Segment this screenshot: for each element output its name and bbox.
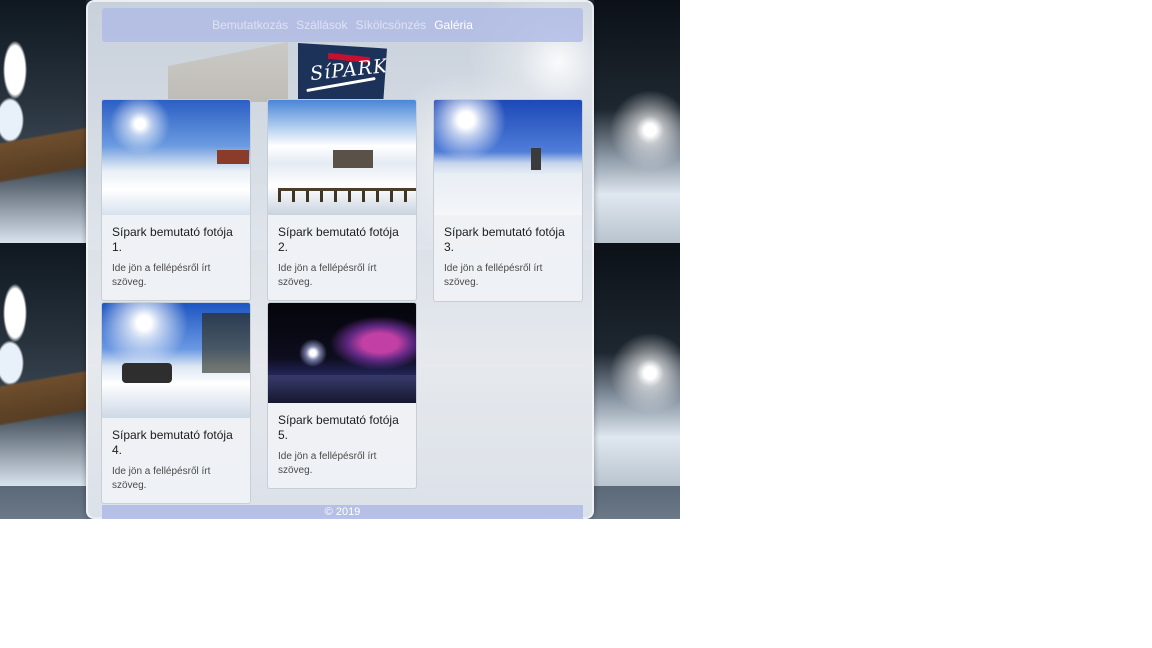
card-title: Sípark bemutató fotója 1. (112, 225, 233, 254)
sipark-logo[interactable]: SíPARK (298, 43, 387, 99)
gallery-card-4[interactable]: Sípark bemutató fotója 4. Ide jön a fell… (101, 302, 251, 504)
card-title: Sípark bemutató fotója 4. (112, 428, 233, 457)
gallery-photo-4[interactable] (102, 303, 250, 418)
card-text: Ide jön a fellépésről írt szöveg. (278, 451, 377, 476)
card-body: Sípark bemutató fotója 4. Ide jön a fell… (102, 418, 250, 501)
gallery-card-2[interactable]: Sípark bemutató fotója 2. Ide jön a fell… (267, 99, 417, 301)
card-text: Ide jön a fellépésről írt szöveg. (112, 466, 211, 491)
navbar: Bemutatkozás Szállások Síkölcsönzés Galé… (102, 8, 583, 42)
nav-item-sikolcsonzes[interactable]: Síkölcsönzés (356, 18, 427, 32)
gallery-photo-3[interactable] (434, 100, 582, 215)
card-body: Sípark bemutató fotója 5. Ide jön a fell… (268, 403, 416, 486)
gallery-photo-5[interactable] (268, 303, 416, 403)
background-photo-left-bottom (0, 243, 86, 486)
nav-item-galeria[interactable]: Galéria (434, 18, 473, 32)
gallery-card-1[interactable]: Sípark bemutató fotója 1. Ide jön a fell… (101, 99, 251, 301)
card-body: Sípark bemutató fotója 1. Ide jön a fell… (102, 215, 250, 298)
footer-copyright: © 2019 (102, 505, 583, 519)
card-title: Sípark bemutató fotója 2. (278, 225, 399, 254)
page-background: Bemutatkozás Szállások Síkölcsönzés Galé… (0, 0, 680, 519)
card-title: Sípark bemutató fotója 5. (278, 413, 399, 442)
card-title: Sípark bemutató fotója 3. (444, 225, 565, 254)
card-text: Ide jön a fellépésről írt szöveg. (278, 263, 377, 288)
content-wrapper: Bemutatkozás Szállások Síkölcsönzés Galé… (86, 0, 594, 519)
nav-item-szallasok[interactable]: Szállások (296, 18, 347, 32)
background-photo-right-bottom (594, 243, 680, 486)
nav-item-bemutatkozas[interactable]: Bemutatkozás (212, 18, 288, 32)
gallery-photo-1[interactable] (102, 100, 250, 215)
gallery-card-5[interactable]: Sípark bemutató fotója 5. Ide jön a fell… (267, 302, 417, 489)
card-text: Ide jön a fellépésről írt szöveg. (112, 263, 211, 288)
gallery-card-3[interactable]: Sípark bemutató fotója 3. Ide jön a fell… (433, 99, 583, 302)
gallery-photo-2[interactable] (268, 100, 416, 215)
background-cabin (168, 42, 288, 102)
background-photo-right-top (594, 0, 680, 243)
card-body: Sípark bemutató fotója 3. Ide jön a fell… (434, 215, 582, 298)
background-photo-left-top (0, 0, 86, 243)
card-text: Ide jön a fellépésről írt szöveg. (444, 263, 543, 288)
card-body: Sípark bemutató fotója 2. Ide jön a fell… (268, 215, 416, 298)
